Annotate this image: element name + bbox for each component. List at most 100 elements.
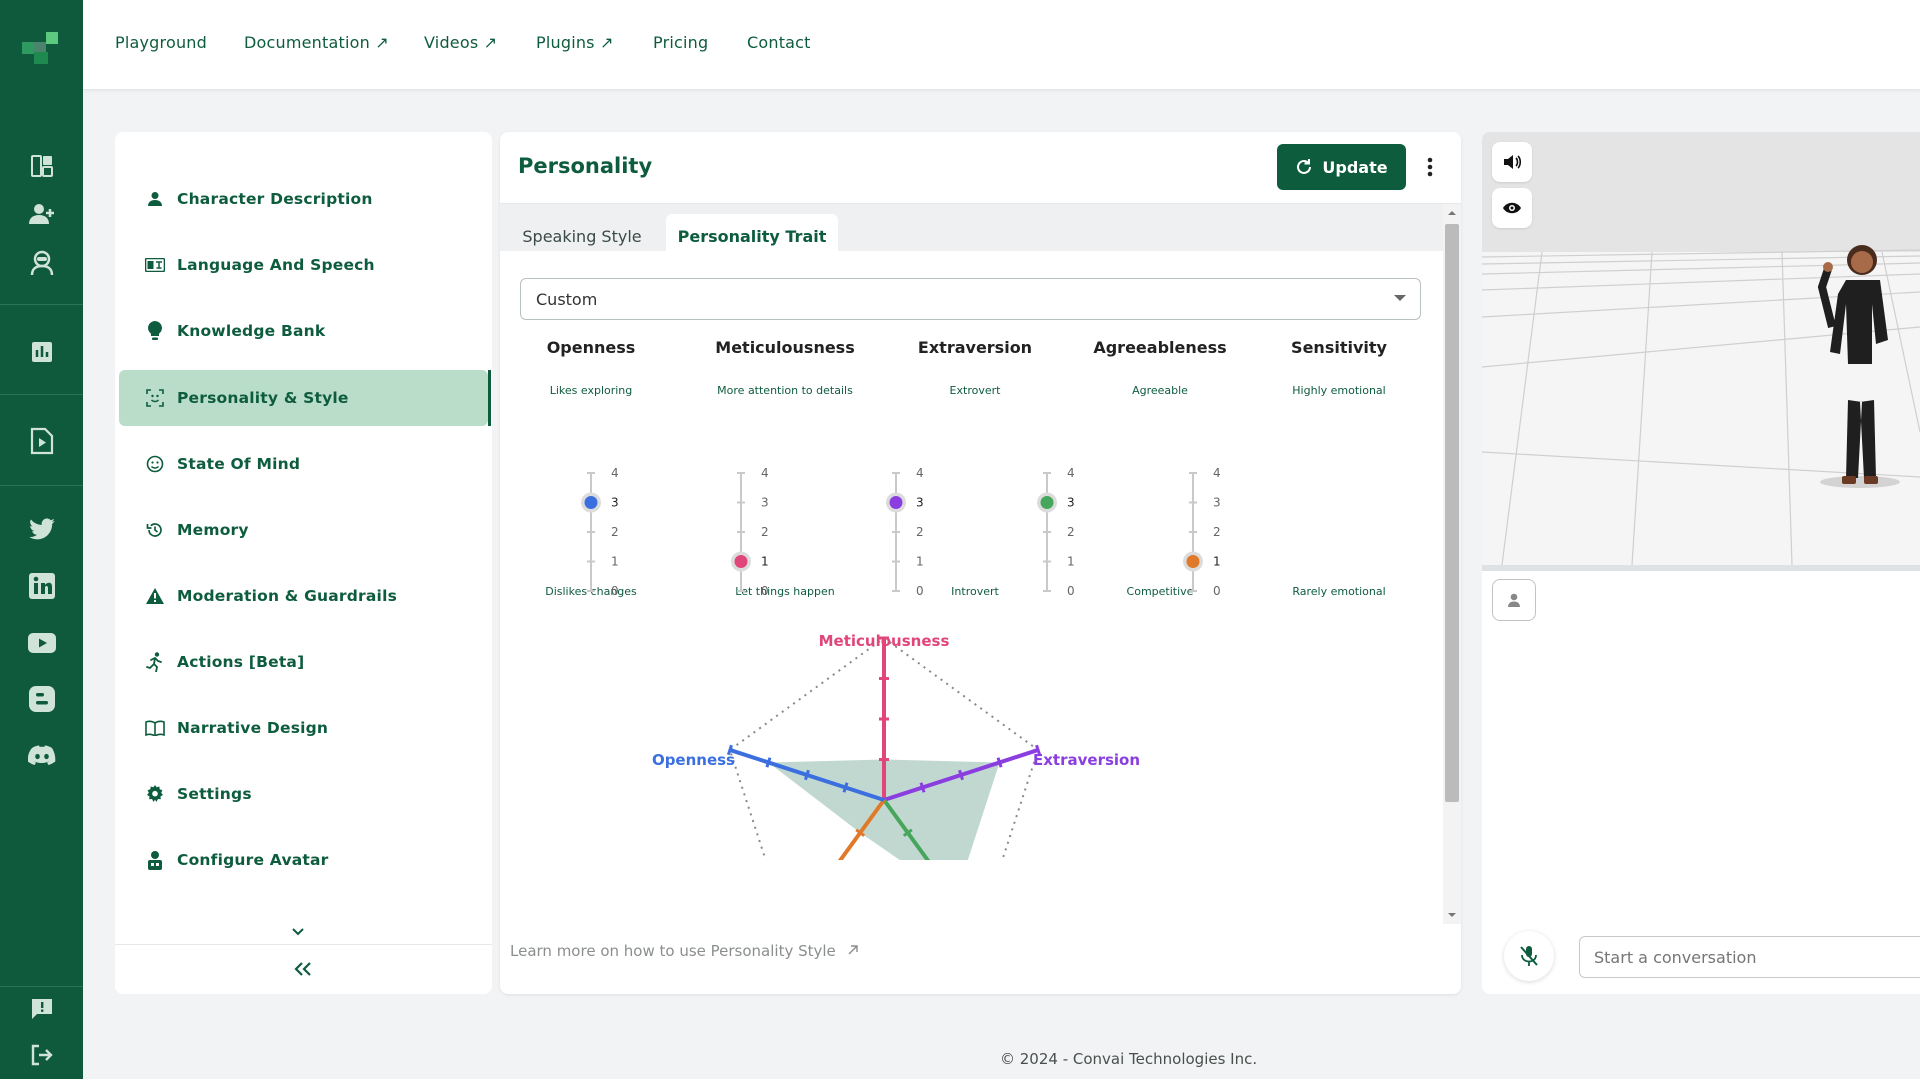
twitter-icon[interactable] bbox=[0, 513, 83, 547]
radar-axis-tick bbox=[765, 757, 772, 768]
stage-divider bbox=[1482, 565, 1920, 571]
nav-playground[interactable]: Playground bbox=[115, 33, 207, 52]
slider-thumb[interactable] bbox=[1186, 555, 1200, 568]
slider-thumb-halo bbox=[1037, 492, 1057, 513]
tab-personality-trait[interactable]: Personality Trait bbox=[666, 214, 838, 258]
radar-plot bbox=[726, 636, 1042, 901]
trait-name: Openness bbox=[546, 338, 636, 357]
avatar-preview-panel bbox=[1482, 132, 1920, 994]
menu-item-label: Language And Speech bbox=[177, 256, 375, 274]
menu-item-settings[interactable]: Settings bbox=[119, 766, 488, 822]
visibility-button[interactable] bbox=[1492, 188, 1532, 228]
menu-item-state-of-mind[interactable]: State Of Mind bbox=[119, 436, 488, 492]
nav-documentation[interactable]: Documentation ↗ bbox=[244, 33, 389, 52]
panel-scrollbar[interactable] bbox=[1443, 204, 1461, 924]
slider-thumb-halo bbox=[731, 551, 751, 572]
nav-plugins[interactable]: Plugins ↗ bbox=[536, 33, 614, 52]
nav-contact[interactable]: Contact bbox=[747, 33, 811, 52]
conversation-input[interactable] bbox=[1579, 936, 1920, 978]
trait-high-label: Extrovert bbox=[949, 384, 1001, 397]
user-avatar-button[interactable] bbox=[1492, 579, 1536, 621]
radar-axis bbox=[837, 798, 886, 860]
linkedin-icon[interactable] bbox=[0, 569, 83, 603]
trait-agreeableness: Agreeableness bbox=[1070, 338, 1250, 357]
trait-sensitivity: Sensitivity bbox=[1249, 338, 1429, 357]
youtube-icon[interactable] bbox=[0, 626, 83, 660]
trait-high-label: Highly emotional bbox=[1292, 384, 1386, 397]
discord-icon[interactable] bbox=[0, 739, 83, 773]
chevron-down-icon[interactable] bbox=[291, 922, 305, 941]
menu-item-label: State Of Mind bbox=[177, 455, 301, 473]
slider-thumb[interactable] bbox=[889, 496, 903, 509]
nav-pricing[interactable]: Pricing bbox=[653, 33, 708, 52]
tab-speaking-style[interactable]: Speaking Style bbox=[502, 214, 662, 258]
feedback-icon[interactable] bbox=[0, 992, 83, 1026]
menu-item-label: Character Description bbox=[177, 190, 373, 208]
top-navigation: Playground Documentation ↗ Videos ↗ Plug… bbox=[83, 0, 1920, 90]
preset-select[interactable]: Custom bbox=[520, 278, 1421, 320]
blogger-icon[interactable] bbox=[0, 682, 83, 716]
video-file-icon[interactable] bbox=[0, 424, 83, 458]
radar-axis-tick bbox=[951, 895, 959, 901]
trait-high-label: More attention to details bbox=[717, 384, 853, 397]
trait-low-label: Introvert bbox=[951, 585, 999, 598]
personality-radar-chart: Meticulousness Openness Extraversion bbox=[652, 632, 1140, 901]
trait-openness: Openness bbox=[501, 338, 681, 357]
user-icon bbox=[1508, 593, 1520, 607]
character-settings-menu: Character Description Language And Speec… bbox=[115, 132, 492, 994]
trait-meticulousness: Meticulousness bbox=[695, 338, 875, 357]
dashboard-icon[interactable] bbox=[0, 149, 83, 183]
slider-thumb[interactable] bbox=[584, 496, 598, 509]
scrollbar-thumb[interactable] bbox=[1445, 224, 1459, 802]
running-icon bbox=[145, 652, 165, 672]
menu-item-narrative-design[interactable]: Narrative Design bbox=[119, 700, 488, 756]
more-options-icon[interactable] bbox=[1420, 152, 1440, 182]
update-label: Update bbox=[1322, 157, 1388, 177]
menu-item-label: Actions [Beta] bbox=[177, 653, 305, 671]
3d-stage bbox=[1482, 132, 1920, 565]
update-button[interactable]: Update bbox=[1277, 144, 1406, 190]
agent-icon[interactable] bbox=[0, 246, 83, 280]
preset-value: Custom bbox=[536, 289, 598, 309]
menu-item-actions[interactable]: Actions [Beta] bbox=[119, 634, 488, 690]
nav-videos[interactable]: Videos ↗ bbox=[424, 33, 497, 52]
scroll-up-icon bbox=[1448, 211, 1456, 215]
slider-thumb[interactable] bbox=[1040, 496, 1054, 509]
menu-item-label: Configure Avatar bbox=[177, 851, 329, 869]
slider-tick-label: 1 bbox=[611, 555, 619, 569]
volume-button[interactable] bbox=[1492, 142, 1532, 182]
slider-tick-label: 0 bbox=[611, 584, 619, 598]
copyright-footer: © 2024 - Convai Technologies Inc. bbox=[1000, 1050, 1258, 1068]
slider-tick-label: 4 bbox=[1213, 466, 1221, 480]
history-icon bbox=[145, 520, 165, 540]
slider-tick-label: 3 bbox=[761, 496, 769, 510]
menu-item-character-description[interactable]: Character Description bbox=[119, 171, 488, 227]
convai-logo[interactable] bbox=[0, 26, 83, 66]
active-indicator bbox=[488, 370, 491, 426]
menu-item-memory[interactable]: Memory bbox=[119, 502, 488, 558]
external-link-icon bbox=[848, 945, 858, 955]
face-scan-icon bbox=[145, 388, 165, 408]
menu-item-language-and-speech[interactable]: Language And Speech bbox=[119, 237, 488, 293]
collapse-sidebar-icon[interactable] bbox=[293, 961, 313, 981]
dropdown-caret-icon bbox=[1394, 295, 1406, 301]
radar-label-extraversion: Extraversion bbox=[1033, 751, 1140, 769]
slider-tick-label: 1 bbox=[1067, 555, 1075, 569]
menu-item-configure-avatar[interactable]: Configure Avatar bbox=[119, 832, 488, 888]
add-user-icon[interactable] bbox=[0, 197, 83, 231]
microphone-button[interactable] bbox=[1504, 931, 1554, 981]
menu-item-personality-and-style[interactable]: Personality & Style bbox=[119, 370, 488, 426]
rail-divider bbox=[0, 986, 83, 987]
scroll-down-icon bbox=[1448, 913, 1456, 917]
slider-thumb-halo bbox=[1183, 551, 1203, 572]
menu-item-knowledge-bank[interactable]: Knowledge Bank bbox=[119, 303, 488, 359]
slider-tick-label: 3 bbox=[916, 496, 924, 510]
refresh-icon bbox=[1297, 159, 1312, 174]
menu-item-label: Memory bbox=[177, 521, 249, 539]
slider-tick-label: 1 bbox=[916, 555, 924, 569]
menu-item-moderation-and-guardrails[interactable]: Moderation & Guardrails bbox=[119, 568, 488, 624]
slider-thumb[interactable] bbox=[734, 555, 748, 568]
analytics-icon[interactable] bbox=[0, 335, 83, 369]
learn-more-link[interactable]: Learn more on how to use Personality Sty… bbox=[510, 942, 859, 960]
logout-icon[interactable] bbox=[0, 1038, 83, 1072]
